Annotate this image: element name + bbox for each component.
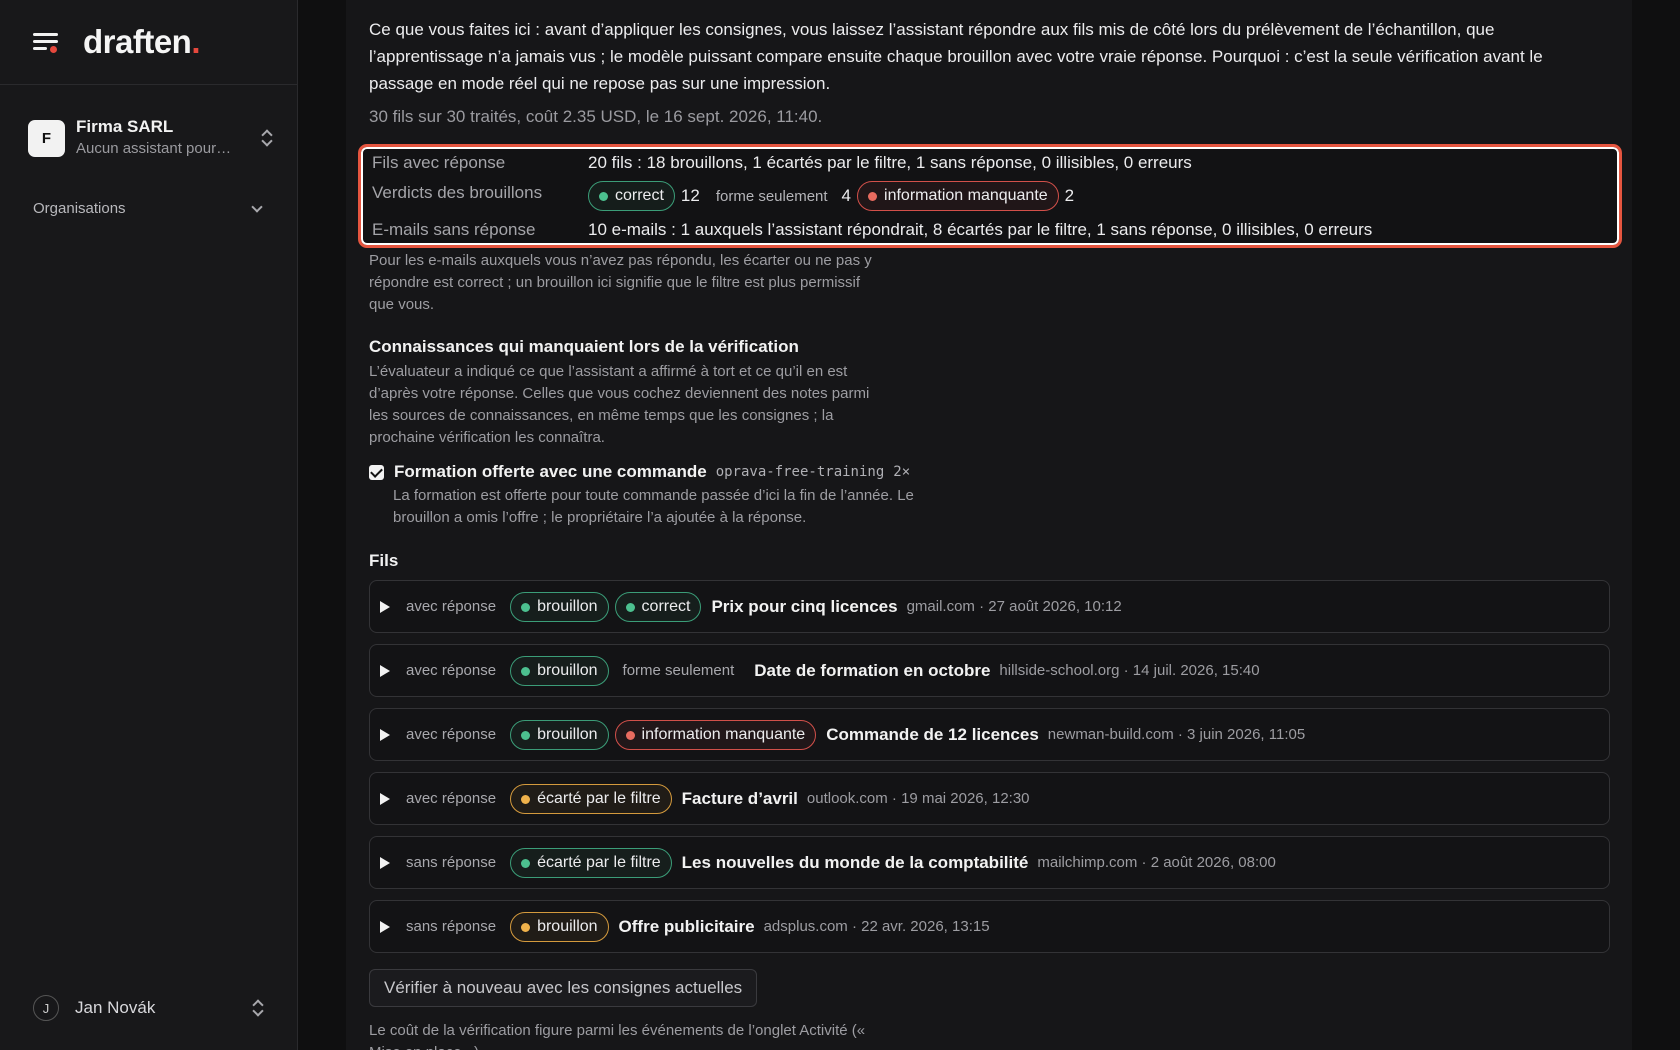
thread-row[interactable]: sans réponse brouillon Offre publicitair… xyxy=(369,900,1610,953)
expand-triangle-icon[interactable] xyxy=(380,728,390,741)
thread-row[interactable]: avec réponse brouillon information manqu… xyxy=(369,708,1610,761)
verdict-count: 4 xyxy=(841,186,852,205)
tag-filtered: écarté par le filtre xyxy=(510,847,672,878)
thread-row[interactable]: avec réponse brouillon correct Prix pour… xyxy=(369,580,1610,633)
threads-heading: Fils xyxy=(369,551,399,570)
knowledge-code: oprava-free-training xyxy=(715,464,885,480)
thread-subject: Commande de 12 licences xyxy=(826,724,1039,744)
chevron-up-down-icon xyxy=(251,998,265,1018)
intro-text: Ce que vous faites ici : avant d’appliqu… xyxy=(369,20,1543,93)
verdict-tag-form-only: forme seulement xyxy=(715,187,828,205)
recheck-button[interactable]: Vérifier à nouveau avec les consignes ac… xyxy=(369,969,758,1007)
summary-row-unreplied: E-mails sans réponse 10 e-mails : 1 auxq… xyxy=(372,220,1372,240)
tag-draft: brouillon xyxy=(510,655,609,686)
expand-triangle-icon[interactable] xyxy=(380,664,390,677)
thread-subject: Facture d’avril xyxy=(681,788,798,808)
summary-label: Fils avec réponse xyxy=(372,153,506,172)
thread-meta: mailchimp.com · 2 août 2026, 08:00 xyxy=(1037,854,1276,871)
user-avatar: J xyxy=(33,995,59,1021)
expand-triangle-icon[interactable] xyxy=(380,600,390,613)
thread-state: sans réponse xyxy=(406,854,497,871)
thread-meta: outlook.com · 19 mai 2026, 12:30 xyxy=(806,790,1030,807)
footer-note: Le coût de la vérification figure parmi … xyxy=(369,1022,866,1050)
evaluation-summary: Fils avec réponse 20 fils : 18 brouillon… xyxy=(358,144,1622,248)
verdict-badge-missing-info: information manquante xyxy=(857,181,1059,211)
thread-state: avec réponse xyxy=(406,790,497,807)
org-avatar: F xyxy=(28,119,65,157)
knowledge-title: Formation offerte avec une commande xyxy=(394,462,707,481)
knowledge-item: Formation offerte avec une commande opra… xyxy=(369,462,910,482)
tag-form-only: forme seulement xyxy=(622,662,735,679)
thread-meta: gmail.com · 27 août 2026, 10:12 xyxy=(906,598,1122,615)
chevron-down-icon xyxy=(251,200,263,213)
summary-label: Verdicts des brouillons xyxy=(372,183,543,202)
thread-meta: hillside-school.org · 14 juil. 2026, 15:… xyxy=(999,662,1260,679)
tag-draft: brouillon xyxy=(510,719,609,750)
org-name: Firma SARL xyxy=(76,117,174,136)
knowledge-description: La formation est offerte pour toute comm… xyxy=(393,487,914,526)
verdict-count: 2 xyxy=(1064,186,1075,205)
thread-subject: Prix pour cinq licences xyxy=(711,596,898,616)
summary-row-replied: Fils avec réponse 20 fils : 18 brouillon… xyxy=(372,153,1192,173)
unreplied-note: Pour les e-mails auxquels vous n’avez pa… xyxy=(369,252,872,313)
thread-meta: adsplus.com · 22 avr. 2026, 13:15 xyxy=(763,918,990,935)
missing-knowledge-description: L’évaluateur a indiqué ce que l’assistan… xyxy=(369,363,870,446)
thread-state: avec réponse xyxy=(406,662,497,679)
organisations-section-toggle[interactable]: Organisations xyxy=(33,200,265,217)
missing-knowledge-heading: Connaissances qui manquaient lors de la … xyxy=(369,337,799,356)
sidebar-header: draften. xyxy=(0,0,297,85)
expand-triangle-icon[interactable] xyxy=(380,920,390,933)
expand-triangle-icon[interactable] xyxy=(380,792,390,805)
organization-switcher[interactable]: F Firma SARL Aucun assistant pour… xyxy=(28,113,274,163)
user-switcher[interactable]: J Jan Novák xyxy=(33,995,265,1021)
tag-filtered: écarté par le filtre xyxy=(510,783,672,814)
thread-row[interactable]: avec réponse écarté par le filtre Factur… xyxy=(369,772,1610,825)
thread-state: sans réponse xyxy=(406,918,497,935)
summary-value: 20 fils : 18 brouillons, 1 écartés par l… xyxy=(588,153,1192,172)
app-logo[interactable]: draften. xyxy=(83,23,200,61)
tag-draft: brouillon xyxy=(510,911,609,942)
run-meta: 30 fils sur 30 traités, coût 2.35 USD, l… xyxy=(369,107,823,126)
chevron-up-down-icon xyxy=(260,128,274,148)
thread-state: avec réponse xyxy=(406,726,497,743)
menu-icon[interactable] xyxy=(33,31,59,53)
user-name: Jan Novák xyxy=(75,998,156,1017)
org-subtitle: Aucun assistant pour… xyxy=(76,140,232,157)
tag-draft: brouillon xyxy=(510,591,609,622)
verdict-badge-correct: correct xyxy=(588,181,675,211)
summary-label: E-mails sans réponse xyxy=(372,220,536,239)
organisations-label: Organisations xyxy=(33,200,126,217)
summary-value: 10 e-mails : 1 auxquels l’assistant répo… xyxy=(588,220,1373,239)
thread-state: avec réponse xyxy=(406,598,497,615)
summary-row-verdicts: Verdicts des brouillons correct 12 forme… xyxy=(372,181,1082,211)
thread-subject: Les nouvelles du monde de la comptabilit… xyxy=(681,852,1029,872)
knowledge-count: 2× xyxy=(893,464,911,480)
expand-triangle-icon[interactable] xyxy=(380,856,390,869)
thread-row[interactable]: avec réponse brouillon forme seulement D… xyxy=(369,644,1610,697)
thread-row[interactable]: sans réponse écarté par le filtre Les no… xyxy=(369,836,1610,889)
tag-correct: correct xyxy=(614,591,702,622)
sidebar: draften. F Firma SARL Aucun assistant po… xyxy=(0,0,298,1050)
knowledge-checkbox[interactable] xyxy=(369,464,384,480)
thread-subject: Offre publicitaire xyxy=(618,916,755,936)
tag-missing-info: information manquante xyxy=(614,719,817,750)
verdict-count: 12 xyxy=(680,186,700,205)
thread-subject: Date de formation en octobre xyxy=(754,660,991,680)
thread-meta: newman-build.com · 3 juin 2026, 11:05 xyxy=(1047,726,1306,743)
